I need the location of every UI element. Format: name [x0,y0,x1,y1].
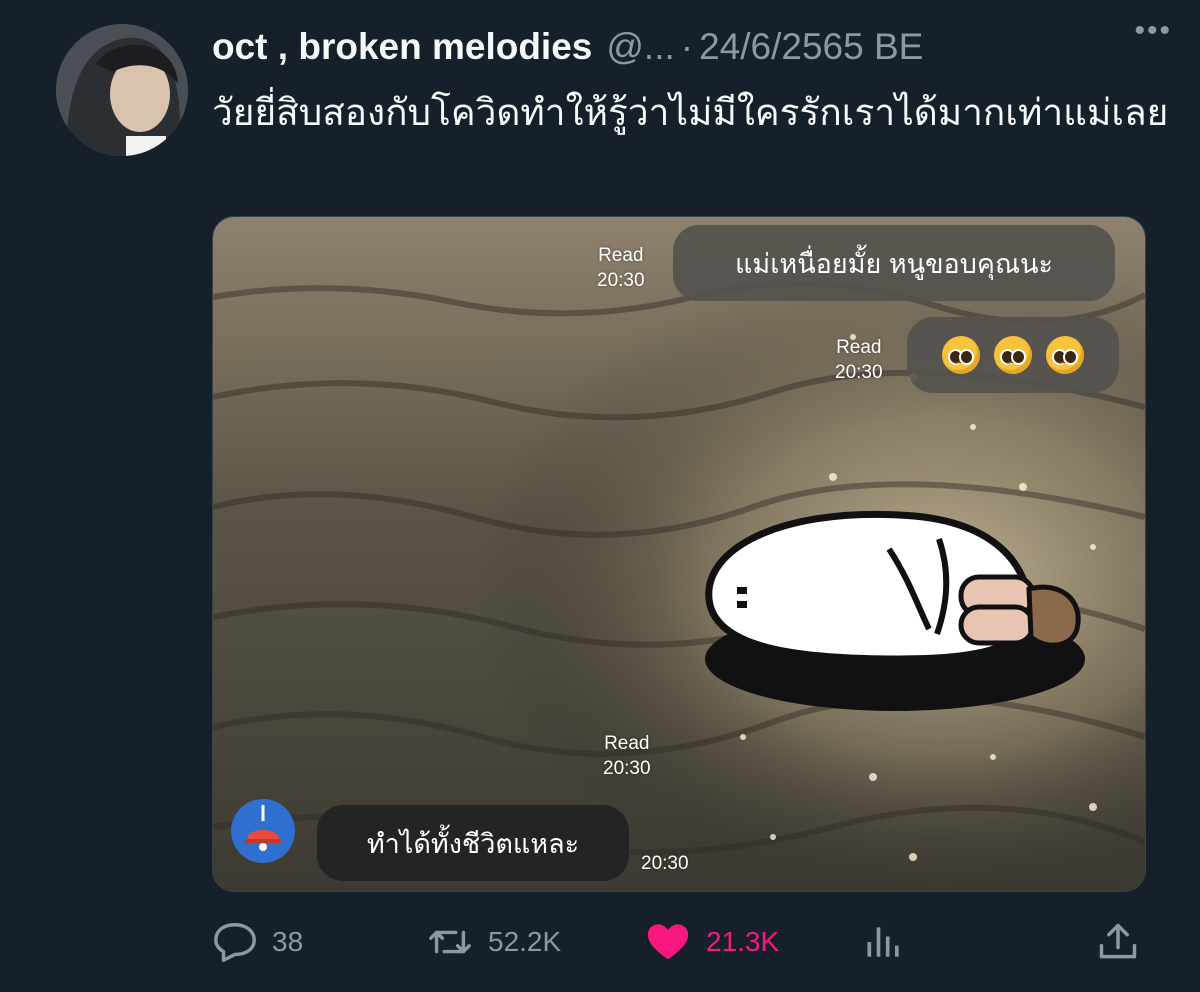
retweet-button[interactable]: 52.2K [426,919,561,965]
retweet-count: 52.2K [488,926,562,957]
retweet-icon [429,930,471,954]
header-separator: · [680,26,694,67]
sender-avatar[interactable] [231,799,295,863]
author-avatar[interactable] [56,24,188,156]
tweet-header: oct , broken melodies @... · 24/6/2565 B… [212,22,1172,72]
tweet-actions: 38 52.2K 21.3K [212,916,1172,968]
read-label: Read [604,733,650,754]
pleading-face-icon [942,336,980,374]
tweet-date[interactable]: 24/6/2565 BE [699,26,923,68]
share-icon [1099,923,1137,959]
chat-message-text: ทำได้ทั้งชีวิตแหละ [366,828,580,859]
chat-bubble-received[interactable]: ทำได้ทั้งชีวิตแหละ [317,805,629,881]
reply-icon [214,923,256,962]
author-handle[interactable]: @... [606,26,674,68]
views-button[interactable] [862,919,906,965]
read-receipt-2: Read 20:30 [835,335,883,385]
chat-bubble-sent-1[interactable]: แม่เหนื่อยมั้ย หนูขอบคุณนะ [673,225,1115,301]
message-time: 20:30 [641,853,689,874]
sleeping-character-sticker[interactable] [699,509,1091,719]
pleading-face-icon [994,336,1032,374]
share-button[interactable] [1096,919,1140,965]
chat-message-text: แม่เหนื่อยมั้ย หนูขอบคุณนะ [735,248,1053,279]
tweet-media[interactable]: Read 20:30 แม่เหนื่อยมั้ย หนูขอบคุณนะ Re… [212,216,1146,892]
lamp-icon [245,805,281,851]
views-icon [867,927,899,957]
like-button[interactable]: 21.3K [644,919,779,965]
pleading-face-icon [1046,336,1084,374]
message-time: 20:30 [835,362,883,383]
author-name[interactable]: oct , broken melodies [212,26,592,68]
read-label: Read [836,337,882,358]
reply-count: 38 [272,926,304,957]
message-time: 20:30 [603,758,651,779]
chat-bubble-sent-2[interactable] [907,317,1119,393]
avatar-image [56,24,188,156]
read-receipt-3: Read 20:30 [603,731,651,781]
tweet-text: วัยยี่สิบสองกับโควิดทำให้รู้ว่าไม่มีใครร… [212,92,1169,133]
like-count: 21.3K [706,926,780,957]
read-label: Read [598,245,644,266]
more-icon[interactable]: ••• [1134,14,1172,48]
message-time: 20:30 [597,270,645,291]
like-icon [647,924,689,960]
read-receipt-1: Read 20:30 [597,243,645,293]
reply-button[interactable]: 38 [212,919,303,965]
